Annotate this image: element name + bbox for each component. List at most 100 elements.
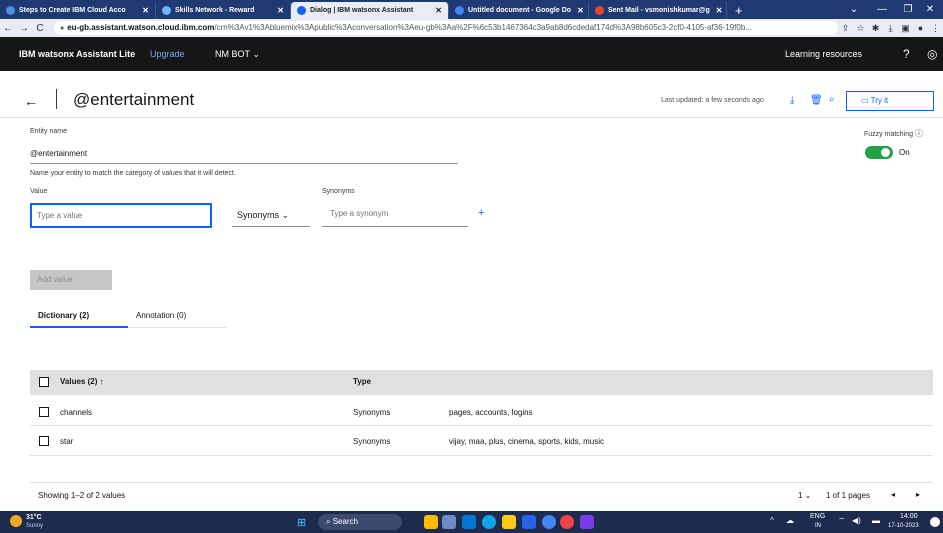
forward-arrow-icon[interactable]: →: [16, 23, 32, 34]
browser-tab-strip: Steps to Create IBM Cloud Acco ✕ Skills Ne…: [0, 0, 943, 19]
add-synonym-icon[interactable]: +: [478, 207, 484, 219]
battery-icon[interactable]: ▬: [872, 516, 880, 525]
profile-avatar[interactable]: ●: [913, 23, 928, 33]
reload-icon[interactable]: C: [32, 23, 48, 34]
chrome-icon[interactable]: [542, 515, 556, 529]
brand-name: IBM watsonx Assistant Lite: [19, 49, 136, 59]
close-tab-icon[interactable]: ✕: [429, 6, 442, 15]
share-icon[interactable]: ⇪: [838, 23, 853, 34]
synonym-input-underline: [322, 226, 468, 227]
showing-text: Showing 1–2 of 2 values: [38, 491, 126, 500]
type-column-header: Type: [353, 377, 372, 386]
bot-selector[interactable]: NM BOT ⌄: [215, 37, 260, 71]
tab-search-icon[interactable]: ⌄: [840, 0, 868, 19]
row-value[interactable]: star: [60, 437, 73, 446]
address-bar-row: ← → C ● eu-gb.assistant.watson.cloud.ibm.…: [0, 19, 943, 37]
browser-tab[interactable]: Dialog | IBM watsonx Assistant ✕: [291, 2, 449, 19]
taskbar-search[interactable]: ⌕ Search: [318, 514, 402, 530]
entity-name-underline: [30, 163, 458, 164]
weather-temp[interactable]: 31°C: [26, 514, 42, 521]
header-divider: [0, 117, 943, 118]
close-tab-icon[interactable]: ✕: [710, 6, 723, 15]
download-icon[interactable]: ⤓: [883, 23, 898, 34]
clock-time[interactable]: 14:00: [900, 513, 918, 520]
volume-icon[interactable]: ◀): [852, 516, 861, 525]
browser-menu-icon[interactable]: ⋮: [928, 23, 943, 34]
row-checkbox[interactable]: [39, 407, 49, 417]
next-page-icon[interactable]: ▸: [916, 490, 920, 499]
edge-icon[interactable]: [482, 515, 496, 529]
value-input-field[interactable]: [37, 211, 207, 220]
download-icon[interactable]: ⤓: [790, 95, 794, 106]
wifi-icon[interactable]: ⌔: [838, 516, 846, 526]
delete-icon[interactable]: 🗑: [810, 95, 823, 106]
search-icon[interactable]: ⌕: [829, 94, 835, 105]
bookmark-star-icon[interactable]: ☆: [853, 23, 868, 34]
folder-icon[interactable]: [502, 515, 516, 529]
row-checkbox[interactable]: [39, 436, 49, 446]
synonym-input[interactable]: [322, 203, 470, 227]
values-column-header[interactable]: Values (2) ↑: [60, 377, 104, 386]
onedrive-icon[interactable]: ☁: [786, 516, 794, 525]
entity-name-label: Entity name: [30, 128, 67, 135]
select-all-checkbox[interactable]: [39, 377, 49, 387]
sidebar-icon[interactable]: ▣: [898, 23, 913, 34]
notification-icon[interactable]: [930, 517, 940, 527]
tab-title: Skills Network - Reward: [175, 7, 255, 14]
tab-annotation[interactable]: Annotation (0): [136, 311, 186, 320]
url-field[interactable]: ● eu-gb.assistant.watson.cloud.ibm.com/cr…: [54, 21, 838, 35]
language-sub: IN: [815, 523, 821, 529]
prev-page-icon[interactable]: ◂: [891, 490, 895, 499]
fuzzy-toggle[interactable]: [865, 146, 893, 159]
synonyms-dropdown[interactable]: Synonyms ⌄: [237, 210, 289, 221]
extensions-icon[interactable]: ✱: [868, 23, 883, 34]
row-synonyms[interactable]: pages, accounts, logins: [449, 408, 533, 417]
help-icon[interactable]: ?: [903, 37, 910, 71]
tab-dictionary[interactable]: Dictionary (2): [38, 311, 89, 320]
photos-icon[interactable]: [580, 515, 594, 529]
close-tab-icon[interactable]: ✕: [136, 6, 149, 15]
synonyms-dropdown-underline: [232, 226, 310, 227]
tray-chevron-icon[interactable]: ^: [770, 516, 774, 525]
active-tab-indicator: [30, 326, 128, 328]
close-tab-icon[interactable]: ✕: [571, 6, 584, 15]
browser-tab[interactable]: Untitled document - Google Do ✕: [449, 2, 589, 19]
app-icon-1[interactable]: [424, 515, 438, 529]
store-icon[interactable]: [522, 515, 536, 529]
row-value[interactable]: channels: [60, 408, 92, 417]
tab-title: Steps to Create IBM Cloud Acco: [19, 7, 126, 14]
close-window-icon[interactable]: ✕: [916, 0, 943, 19]
language-indicator[interactable]: ENG: [810, 513, 825, 520]
info-icon[interactable]: ⓘ: [915, 129, 923, 138]
synonym-input-field[interactable]: [330, 209, 470, 218]
back-arrow-icon[interactable]: ←: [0, 23, 16, 34]
per-page-select[interactable]: 1 ⌄: [798, 491, 811, 500]
title-divider: [56, 89, 57, 109]
row-type: Synonyms: [353, 437, 391, 446]
add-value-button[interactable]: Add value: [30, 270, 112, 290]
browser-tab[interactable]: Skills Network - Reward ✕: [156, 2, 291, 19]
upgrade-link[interactable]: Upgrade: [150, 37, 185, 71]
file-explorer-icon[interactable]: [462, 515, 476, 529]
user-icon[interactable]: ◎: [927, 37, 937, 71]
browser-tab[interactable]: Steps to Create IBM Cloud Acco ✕: [0, 2, 156, 19]
browser-tab[interactable]: Sent Mail - vsmonishkumar@g ✕: [589, 2, 727, 19]
tab-favicon-icon: [455, 6, 464, 15]
new-tab-button[interactable]: +: [727, 2, 751, 19]
fuzzy-state-text: On: [899, 148, 910, 157]
fuzzy-matching-label: Fuzzy matching ⓘ: [864, 129, 923, 138]
pages-text: 1 of 1 pages: [826, 491, 871, 500]
close-tab-icon[interactable]: ✕: [271, 6, 284, 15]
minimize-icon[interactable]: —: [868, 0, 896, 19]
row-synonyms[interactable]: vijay, maa, plus, cinema, sports, kids, …: [449, 437, 604, 446]
windows-start-icon[interactable]: ⊞: [297, 516, 306, 529]
learning-resources-link[interactable]: Learning resources: [785, 37, 862, 71]
task-view-icon[interactable]: [442, 515, 456, 529]
try-it-button[interactable]: ▭ Try it: [846, 91, 934, 111]
back-arrow-icon[interactable]: ←: [24, 93, 38, 109]
opera-icon[interactable]: [560, 515, 574, 529]
entity-name-input[interactable]: @entertainment: [30, 149, 87, 158]
value-input[interactable]: [30, 203, 212, 228]
weather-desc: Sunny: [26, 523, 44, 529]
sort-arrow-icon: ↑: [99, 377, 104, 386]
